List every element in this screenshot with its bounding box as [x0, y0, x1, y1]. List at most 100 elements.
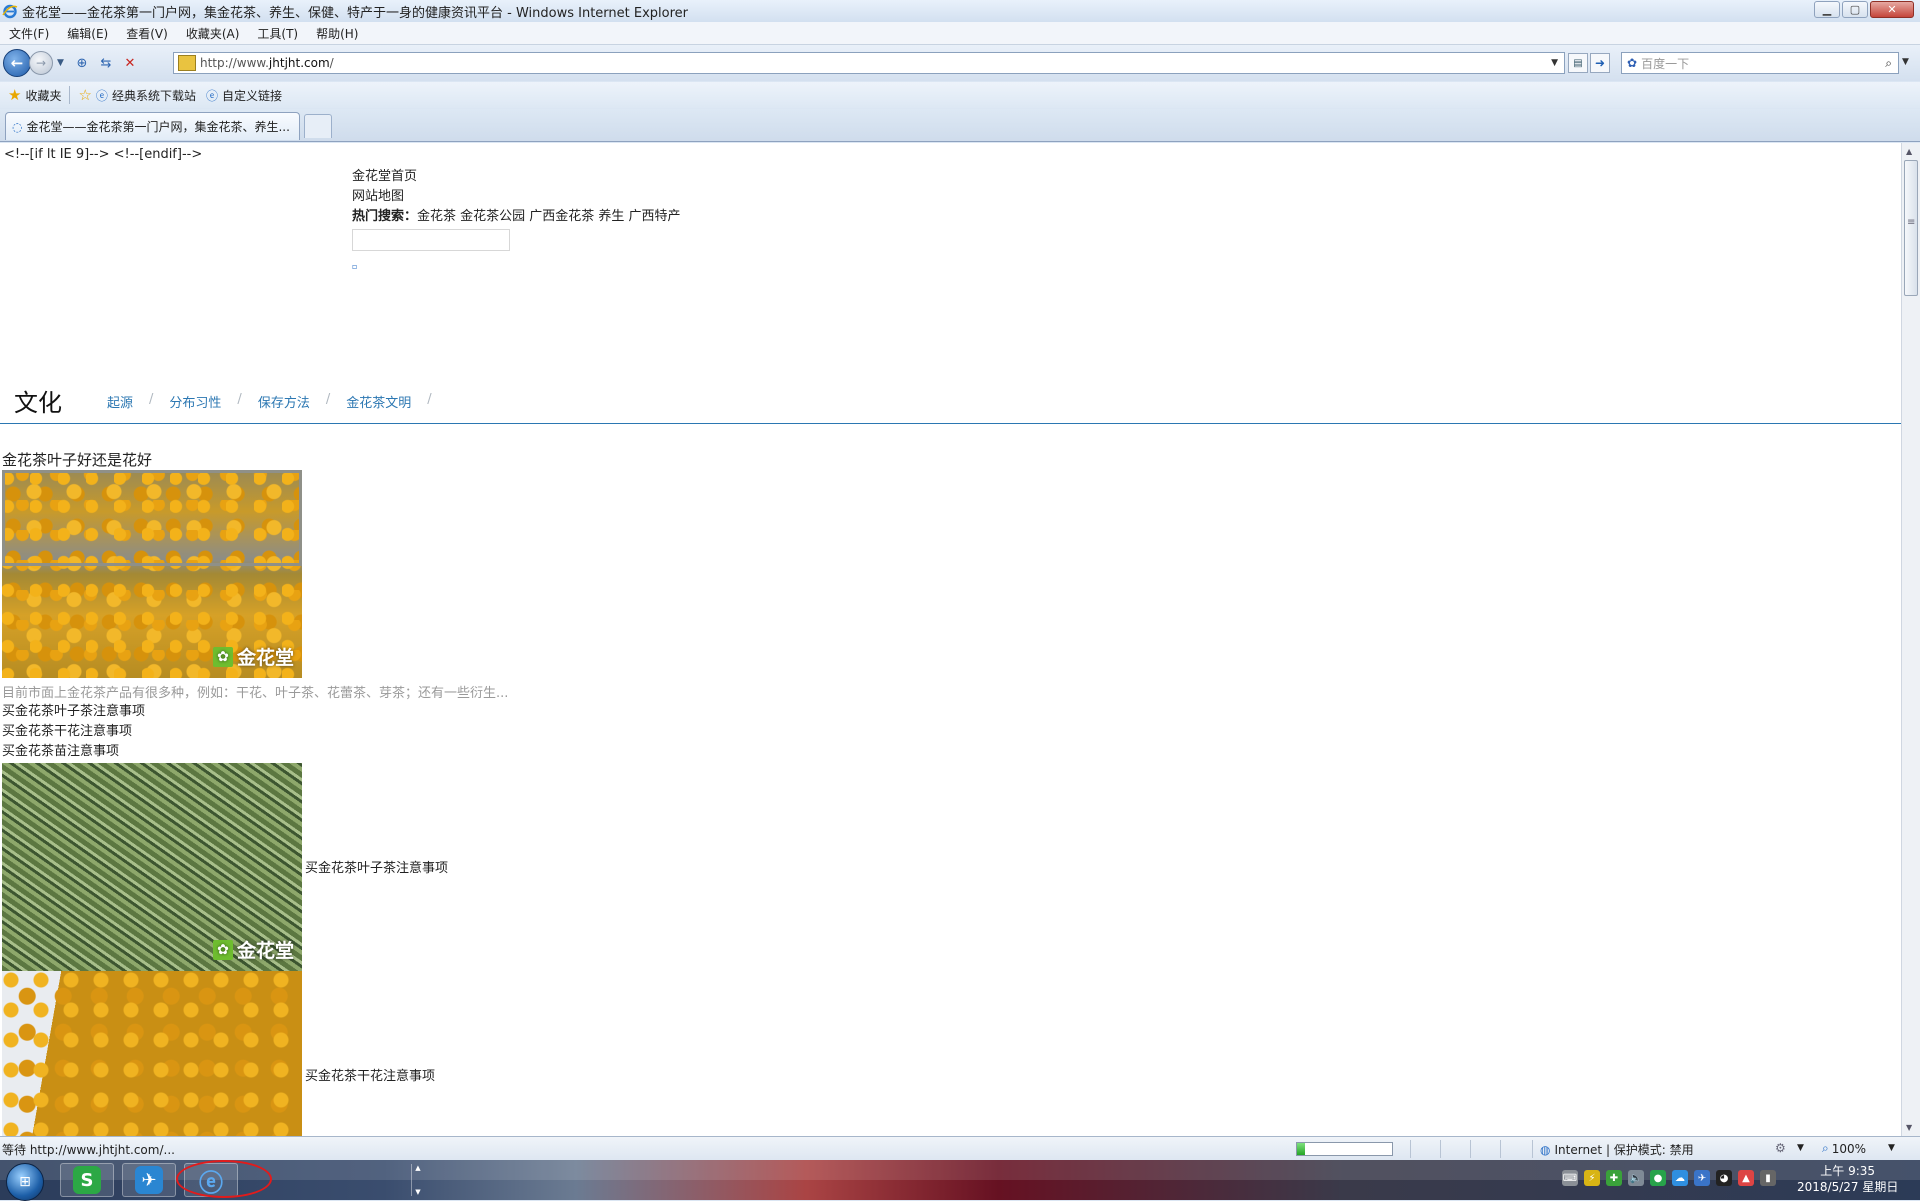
menu-file[interactable]: 文件(F) [0, 25, 58, 42]
address-url: http://www.jhtjht.com/ [200, 56, 334, 70]
back-button[interactable]: ← [3, 49, 31, 77]
ie-logo-icon [2, 4, 18, 19]
address-dropdown-icon[interactable]: ▼ [1551, 58, 1558, 68]
minimize-button[interactable]: ▁ [1814, 1, 1840, 18]
menu-tools[interactable]: 工具(T) [248, 25, 307, 42]
nav-distribution[interactable]: 分布习性 [169, 392, 221, 411]
keyboard-icon[interactable]: ⌨ [1562, 1170, 1578, 1186]
ie-page-icon: ⓔ [95, 88, 108, 103]
leaf-logo-icon: ✿ [212, 646, 233, 667]
ie-page-icon: ⓔ [205, 88, 218, 103]
menu-favorites[interactable]: 收藏夹(A) [177, 25, 249, 42]
article-image-flowers[interactable]: ✿ 金花堂 [2, 470, 302, 678]
clock-time: 上午 9:35 [1820, 1164, 1876, 1178]
nav-storage[interactable]: 保存方法 [258, 392, 310, 411]
compatibility-view-icon[interactable]: ▤ [1568, 53, 1588, 73]
start-button[interactable]: ⊞ [6, 1163, 44, 1201]
favorites-bar: ★ 收藏夹 ☆ ⓔ 经典系统下载站 ⓔ 自定义链接 [0, 82, 1920, 108]
favorites-button[interactable]: 收藏夹 [25, 87, 61, 104]
taskbar-scroll[interactable]: ▲ ▼ [411, 1164, 424, 1196]
tab-jinhuatang[interactable]: ◌ 金花堂——金花茶第一门户网，集金花茶、养生... [5, 112, 300, 140]
history-dropdown-icon[interactable]: ▼ [57, 58, 64, 68]
site-favicon-icon [178, 55, 196, 71]
system-tray: ⌨ ⚡ ✚ 🔈 ● ☁ ✈ ◕ ▲ ▮ [1562, 1170, 1776, 1186]
article-title[interactable]: 金花茶叶子好还是花好 [2, 449, 152, 470]
globe-icon: ◍ [1540, 1142, 1551, 1157]
row-label-dried-flowers[interactable]: 买金花茶干花注意事项 [305, 1065, 435, 1084]
taskbar-wps[interactable]: S [60, 1163, 114, 1197]
refresh-icon[interactable]: ⇆ [96, 53, 116, 73]
add-favorite-icon[interactable]: ⊕ [72, 53, 92, 73]
feather-icon: ✈ [135, 1166, 163, 1194]
stop-icon[interactable]: ✕ [120, 53, 140, 73]
gear-icon[interactable]: ⚙ [1775, 1141, 1786, 1155]
clock-date: 2018/5/27 星期日 [1797, 1180, 1899, 1194]
wechat-icon[interactable]: ● [1650, 1170, 1666, 1186]
new-tab-button[interactable] [304, 114, 332, 138]
security-shield-icon[interactable]: ✚ [1606, 1170, 1622, 1186]
status-text: 等待 http://www.jhtjht.com/... [2, 1143, 175, 1157]
page-content: <!--[if lt IE 9]--> <!--[endif]--> 金花堂首页… [0, 143, 1901, 1136]
article-excerpt: 目前市面上金花茶产品有很多种，例如：干花、叶子茶、花蕾茶、芽茶；还有一些衍生..… [2, 686, 509, 701]
loading-progress [1296, 1142, 1393, 1156]
watermark: ✿ 金花堂 [212, 936, 294, 963]
cloud-sync-icon[interactable]: ☁ [1672, 1170, 1688, 1186]
favorites-star-icon[interactable]: ★ [8, 86, 21, 104]
clock[interactable]: 上午 9:35 2018/5/27 星期日 [1797, 1163, 1898, 1195]
add-to-favorites-bar-icon[interactable]: ☆ [78, 86, 91, 104]
navigation-bar: ← → ▼ ⊕ ⇆ ✕ http://www.jhtjht.com/ ▼ ▤ ➜… [0, 45, 1920, 81]
scroll-down-icon[interactable]: ▼ [1906, 1123, 1912, 1132]
signal-icon[interactable]: ▮ [1760, 1170, 1776, 1186]
nav-civilization[interactable]: 金花茶文明 [346, 392, 411, 411]
menu-view[interactable]: 查看(V) [117, 25, 177, 42]
menu-help[interactable]: 帮助(H) [307, 25, 367, 42]
divider [69, 86, 71, 104]
close-button[interactable]: ✕ [1870, 1, 1914, 18]
search-dropdown-icon[interactable]: ▼ [1902, 57, 1909, 67]
search-input[interactable]: ✿ 百度一下 ⌕ [1621, 52, 1899, 74]
scroll-thumb[interactable] [1904, 160, 1918, 296]
address-bar[interactable]: http://www.jhtjht.com/ ▼ [173, 52, 1565, 74]
site-search-input[interactable] [352, 229, 510, 251]
forward-button[interactable]: → [29, 51, 53, 75]
qq-icon[interactable]: ◕ [1716, 1170, 1732, 1186]
list-item[interactable]: 买金花茶苗注意事项 [2, 742, 145, 762]
list-item[interactable]: 买金花茶干花注意事项 [2, 722, 145, 742]
watermark: ✿ 金花堂 [212, 643, 294, 670]
wps-icon: S [73, 1166, 101, 1194]
search-icon[interactable]: ⌕ [1885, 56, 1892, 71]
menu-edit[interactable]: 编辑(E) [58, 25, 117, 42]
window-title: 金花堂——金花茶第一门户网，集金花茶、养生、保健、特产于一身的健康资讯平台 - … [22, 5, 688, 21]
taskbar-feather[interactable]: ✈ [122, 1163, 176, 1197]
loading-icon: ◌ [12, 119, 23, 134]
network-monitor-icon[interactable]: ⚡ [1584, 1170, 1600, 1186]
favorite-link-custom[interactable]: ⓔ 自定义链接 [206, 87, 282, 104]
antivirus-icon[interactable]: ▲ [1738, 1170, 1754, 1186]
zoom-dropdown-icon[interactable]: ▼ [1888, 1143, 1895, 1153]
row-label-leaf-tea[interactable]: 买金花茶叶子茶注意事项 [305, 857, 448, 876]
article-image-dried-flowers[interactable] [2, 971, 302, 1136]
nav-origin[interactable]: 起源 [107, 392, 133, 411]
status-bar: 等待 http://www.jhtjht.com/... ◍ Internet … [0, 1136, 1920, 1161]
feather-tray-icon[interactable]: ✈ [1694, 1170, 1710, 1186]
sitemap-link[interactable]: 网站地图 [352, 187, 681, 207]
favorite-link-system-download[interactable]: ⓔ 经典系统下载站 [96, 87, 196, 104]
highlight-ring [176, 1160, 272, 1198]
scroll-up-icon[interactable]: ▲ [1906, 147, 1912, 156]
header-links: 金花堂首页 网站地图 热门搜索：金花茶 金花茶公园 广西金花茶 养生 广西特产 … [352, 167, 681, 277]
zoom-level[interactable]: ⌕ 100% [1822, 1141, 1866, 1156]
chevron-down-icon[interactable]: ▼ [1797, 1143, 1804, 1153]
maximize-button[interactable]: ▢ [1842, 1, 1868, 18]
taskbar: ⊞ S ✈ ⓔ ▲ ▼ ⌨ ⚡ ✚ 🔈 ● ☁ ✈ ◕ ▲ ▮ 上午 9:35 2… [0, 1160, 1920, 1201]
leaf-logo-icon: ✿ [212, 939, 233, 960]
volume-muted-icon[interactable]: 🔈 [1628, 1170, 1644, 1186]
security-zone[interactable]: ◍ Internet | 保护模式: 禁用 [1540, 1141, 1694, 1158]
go-icon[interactable]: ➜ [1590, 53, 1610, 73]
list-item[interactable]: 买金花茶叶子茶注意事项 [2, 702, 145, 722]
culture-section-header: 文化 起源 / 分布习性 / 保存方法 / 金花茶文明 / [0, 373, 1901, 424]
hot-search-terms[interactable]: 金花茶 金花茶公园 广西金花茶 养生 广西特产 [417, 209, 681, 224]
vertical-scrollbar[interactable]: ▲ ▼ [1901, 143, 1920, 1136]
home-link[interactable]: 金花堂首页 [352, 167, 681, 187]
article-image-leaves[interactable]: ✿ 金花堂 [2, 763, 302, 971]
hot-search: 热门搜索：金花茶 金花茶公园 广西金花茶 养生 广西特产 [352, 209, 681, 224]
